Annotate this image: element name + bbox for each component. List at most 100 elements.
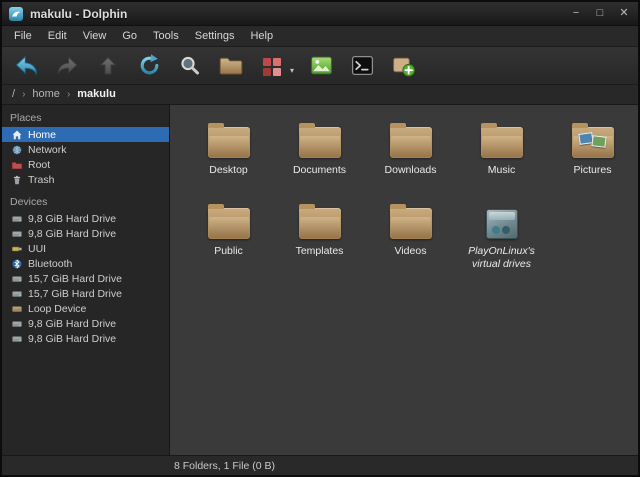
- menubar: File Edit View Go Tools Settings Help: [2, 26, 638, 47]
- menu-tools[interactable]: Tools: [145, 26, 187, 46]
- icons-view-icon: [260, 54, 284, 78]
- content-area: Places Home Network: [2, 105, 638, 455]
- hard-drive-icon: [11, 273, 23, 285]
- open-terminal-button[interactable]: [347, 51, 377, 81]
- menu-help[interactable]: Help: [242, 26, 281, 46]
- folder-label: Desktop: [209, 164, 248, 177]
- sidebar-item-bluetooth[interactable]: Bluetooth: [2, 256, 169, 271]
- folder-label: Pictures: [574, 164, 612, 177]
- sidebar-item-loop-device[interactable]: Loop Device: [2, 301, 169, 316]
- sidebar-item-label: 15,7 GiB Hard Drive: [28, 288, 122, 300]
- breadcrumb: / › home › makulu: [2, 85, 638, 105]
- sidebar-item-label: 9,8 GiB Hard Drive: [28, 318, 116, 330]
- statusbar-summary: 8 Folders, 1 File (0 B): [174, 460, 275, 472]
- breadcrumb-separator-icon: ›: [67, 89, 70, 100]
- folder-icon: [481, 127, 523, 158]
- breadcrumb-home[interactable]: home: [32, 85, 60, 104]
- folder-icon: [208, 208, 250, 239]
- sidebar-item-hard-drive-4[interactable]: 15,7 GiB Hard Drive: [2, 286, 169, 301]
- preview-button[interactable]: [306, 51, 336, 81]
- new-folder-button[interactable]: [216, 51, 246, 81]
- folder-label: Documents: [293, 164, 346, 177]
- sidebar-item-label: 15,7 GiB Hard Drive: [28, 273, 122, 285]
- hard-drive-icon: [11, 333, 23, 345]
- folder-view: Desktop Documents Downloads Music: [170, 105, 638, 455]
- menu-file[interactable]: File: [6, 26, 40, 46]
- link-playonlinux-virtual-drives[interactable]: PlayOnLinux's virtual drives: [456, 199, 547, 279]
- minimize-button[interactable]: −: [569, 7, 583, 21]
- devices-section: Devices 9,8 GiB Hard Drive 9,: [2, 194, 169, 346]
- find-button[interactable]: [175, 51, 205, 81]
- menu-settings[interactable]: Settings: [187, 26, 243, 46]
- hard-drive-icon: [11, 288, 23, 300]
- network-icon: [11, 144, 23, 156]
- up-button[interactable]: [93, 51, 123, 81]
- folder-downloads[interactable]: Downloads: [365, 118, 456, 198]
- sidebar-item-root[interactable]: Root: [2, 157, 169, 172]
- menu-go[interactable]: Go: [114, 26, 145, 46]
- bluetooth-icon: [11, 258, 23, 270]
- places-section: Places Home Network: [2, 110, 169, 187]
- window-controls: − □ ✕: [569, 7, 631, 21]
- forward-arrow-icon: [55, 53, 80, 78]
- places-panel: Places Home Network: [2, 105, 170, 455]
- menu-edit[interactable]: Edit: [40, 26, 75, 46]
- folder-icon: [218, 53, 244, 79]
- menu-view[interactable]: View: [75, 26, 115, 46]
- close-button[interactable]: ✕: [617, 7, 631, 21]
- folder-desktop[interactable]: Desktop: [183, 118, 274, 198]
- folder-templates[interactable]: Templates: [274, 199, 365, 279]
- sidebar-item-label: Bluetooth: [28, 258, 72, 270]
- sidebar-item-hard-drive-3[interactable]: 15,7 GiB Hard Drive: [2, 271, 169, 286]
- find-icon: [178, 54, 202, 78]
- statusbar: 8 Folders, 1 File (0 B): [2, 455, 638, 475]
- back-button[interactable]: [11, 51, 41, 81]
- folder-public[interactable]: Public: [183, 199, 274, 279]
- folder-icon: [390, 127, 432, 158]
- toolbar: ▾: [2, 47, 638, 85]
- back-arrow-icon: [13, 52, 40, 79]
- folder-music[interactable]: Music: [456, 118, 547, 198]
- folder-icon: [208, 127, 250, 158]
- new-item-button[interactable]: [388, 51, 418, 81]
- breadcrumb-makulu[interactable]: makulu: [77, 85, 116, 104]
- sidebar-item-uui[interactable]: UUI: [2, 241, 169, 256]
- dolphin-app-icon: [9, 7, 23, 21]
- maximize-button[interactable]: □: [593, 7, 607, 21]
- add-icon: [391, 53, 416, 78]
- view-mode-button[interactable]: ▾: [257, 51, 287, 81]
- terminal-icon: [350, 53, 375, 78]
- folder-label: Downloads: [385, 164, 437, 177]
- folder-pictures[interactable]: Pictures: [547, 118, 638, 198]
- folder-label: PlayOnLinux's virtual drives: [458, 245, 546, 271]
- breadcrumb-root[interactable]: /: [12, 85, 15, 104]
- sidebar-item-hard-drive-6[interactable]: 9,8 GiB Hard Drive: [2, 331, 169, 346]
- sidebar-item-network[interactable]: Network: [2, 142, 169, 157]
- dolphin-window: makulu - Dolphin − □ ✕ File Edit View Go…: [0, 0, 640, 477]
- sidebar-item-home[interactable]: Home: [2, 127, 169, 142]
- preview-icon: [309, 53, 334, 78]
- home-icon: [11, 129, 23, 141]
- sidebar-item-label: UUI: [28, 243, 46, 255]
- sidebar-item-hard-drive-2[interactable]: 9,8 GiB Hard Drive: [2, 226, 169, 241]
- forward-button[interactable]: [52, 51, 82, 81]
- folder-documents[interactable]: Documents: [274, 118, 365, 198]
- folder-icon: [390, 208, 432, 239]
- sidebar-item-hard-drive-1[interactable]: 9,8 GiB Hard Drive: [2, 211, 169, 226]
- sidebar-item-label: 9,8 GiB Hard Drive: [28, 333, 116, 345]
- reload-button[interactable]: [134, 51, 164, 81]
- loop-device-icon: [11, 303, 23, 315]
- folder-videos[interactable]: Videos: [365, 199, 456, 279]
- devices-header: Devices: [2, 194, 169, 211]
- sidebar-item-hard-drive-5[interactable]: 9,8 GiB Hard Drive: [2, 316, 169, 331]
- sidebar-item-label: 9,8 GiB Hard Drive: [28, 228, 116, 240]
- hard-drive-icon: [11, 318, 23, 330]
- sidebar-item-label: Loop Device: [28, 303, 86, 315]
- sidebar-item-label: Home: [28, 129, 56, 141]
- hard-drive-icon: [11, 228, 23, 240]
- folder-icon: [299, 127, 341, 158]
- folder-label: Templates: [296, 245, 344, 258]
- trash-icon: [11, 174, 23, 186]
- sidebar-item-trash[interactable]: Trash: [2, 172, 169, 187]
- up-arrow-icon: [96, 54, 120, 78]
